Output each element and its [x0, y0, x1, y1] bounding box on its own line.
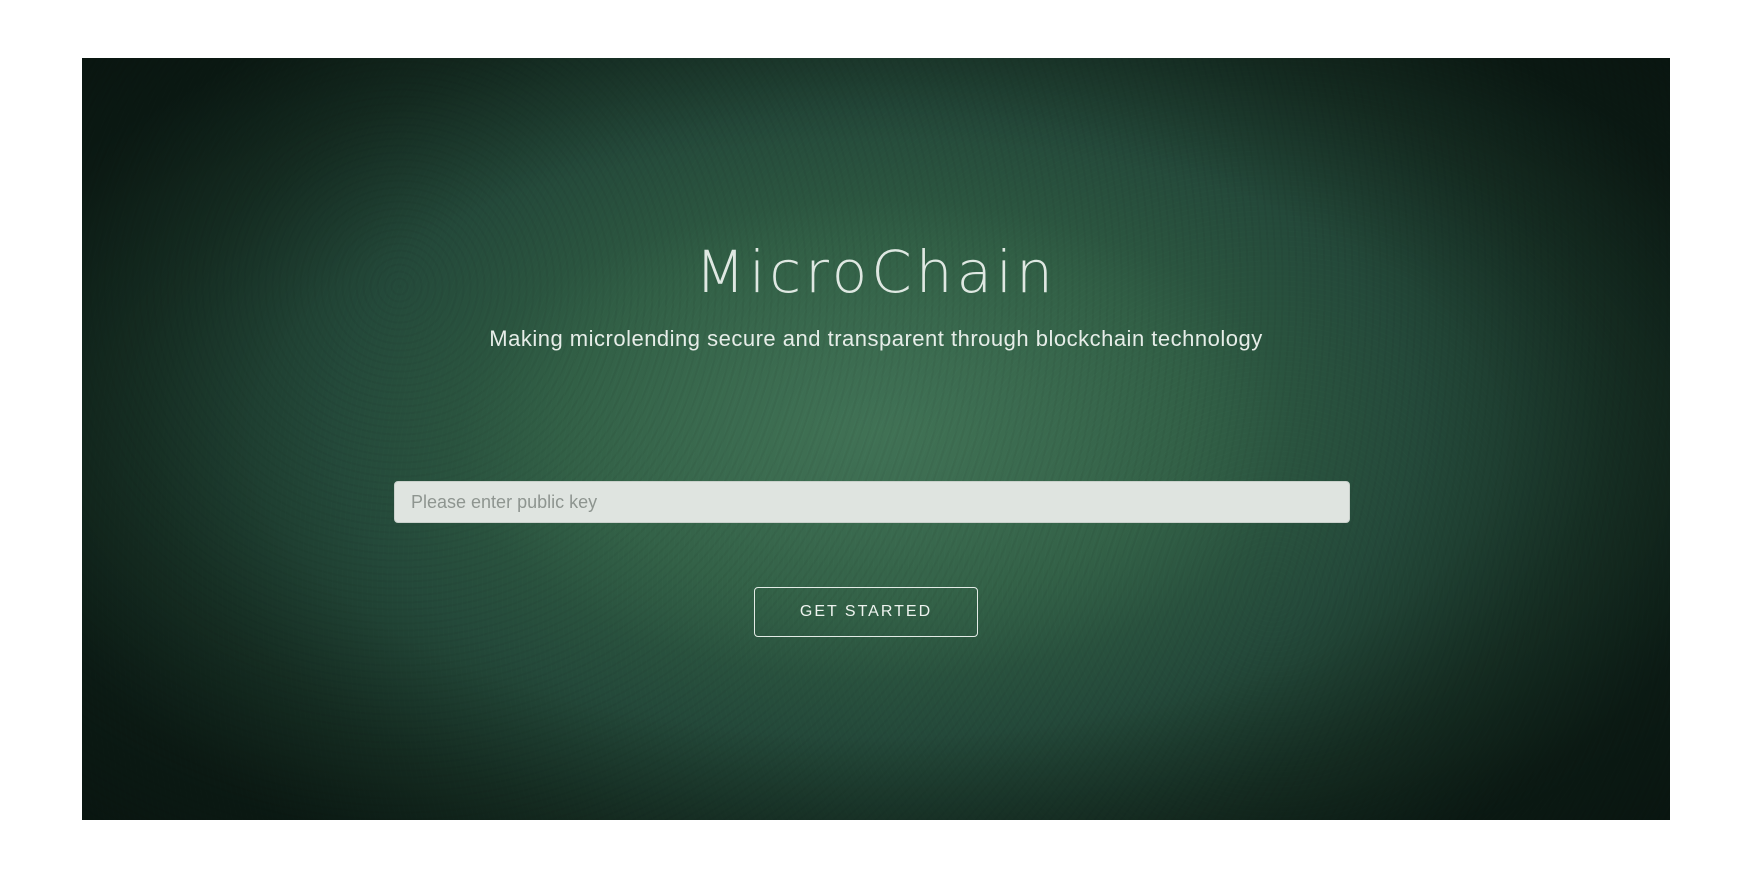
hero-content: MicroChain Making microlending secure an…	[82, 58, 1670, 820]
app-tagline: Making microlending secure and transpare…	[489, 326, 1263, 351]
app-title: MicroChain	[695, 238, 1057, 306]
get-started-button[interactable]: GET STARTED	[754, 587, 978, 637]
public-key-input[interactable]	[394, 481, 1350, 523]
hero-section: MicroChain Making microlending secure an…	[82, 58, 1670, 820]
